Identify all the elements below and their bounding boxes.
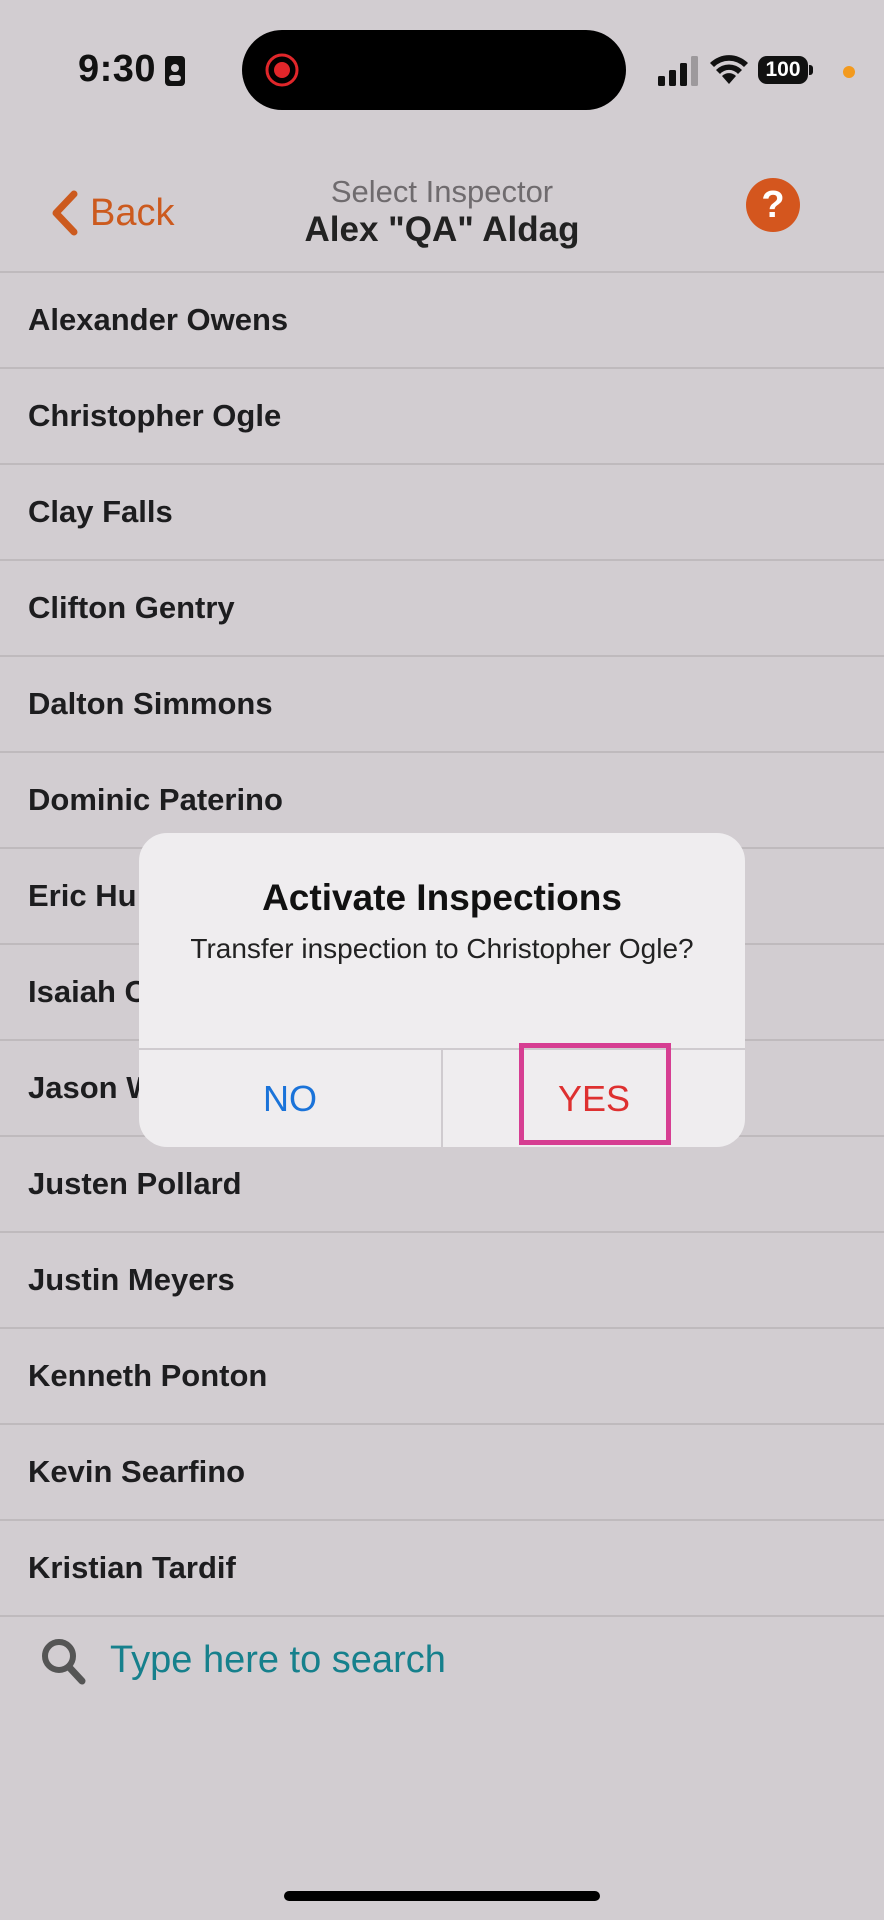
battery-indicator: 100 [758,56,814,86]
list-item[interactable]: Kenneth Ponton [0,1327,884,1423]
inspector-name: Clifton Gentry [28,590,235,625]
inspector-name: Kenneth Ponton [28,1358,268,1393]
id-badge-icon [165,56,185,86]
status-time: 9:30 [78,48,157,90]
inspector-name: Isaiah C [28,974,147,1009]
yes-button[interactable]: YES [443,1043,745,1147]
inspector-name: Jason W [28,1070,156,1105]
inspector-name: Christopher Ogle [28,398,282,433]
list-item[interactable]: Kevin Searfino [0,1423,884,1519]
inspector-name: Justin Meyers [28,1262,235,1297]
list-item[interactable]: Christopher Ogle [0,367,884,463]
dialog-title: Activate Inspections [262,877,622,918]
list-item[interactable]: Justen Pollard [0,1135,884,1231]
search-input[interactable] [110,1628,810,1692]
cellular-signal-icon [658,56,698,86]
home-indicator[interactable] [284,1891,600,1901]
no-button[interactable]: NO [139,1050,441,1147]
wifi-icon [710,55,748,84]
list-item[interactable]: Justin Meyers [0,1231,884,1327]
navigation-bar: Back Select Inspector Alex "QA" Aldag ? [0,150,884,270]
list-item[interactable]: Clifton Gentry [0,559,884,655]
inspector-name: Dalton Simmons [28,686,273,721]
screen-recording-icon [265,53,299,87]
inspector-name: Alexander Owens [28,302,289,337]
battery-level: 100 [758,56,808,84]
alert-dialog: Activate Inspections Transfer inspection… [139,833,745,1147]
list-item[interactable]: Dalton Simmons [0,655,884,751]
search-icon [42,1639,86,1685]
status-bar: 9:30 100 [0,0,884,140]
search-bar [40,1628,840,1692]
list-item[interactable]: Alexander Owens [0,271,884,367]
help-button[interactable]: ? [746,178,800,232]
list-item[interactable]: Clay Falls [0,463,884,559]
inspector-name: Eric Hu [28,878,137,913]
list-divider [0,1615,884,1617]
privacy-indicator-dot [843,66,855,78]
inspector-name: Justen Pollard [28,1166,242,1201]
yes-label: YES [557,1078,631,1119]
inspector-name: Kristian Tardif [28,1550,236,1585]
inspector-name: Kevin Searfino [28,1454,246,1489]
dialog-message: Transfer inspection to Christopher Ogle? [190,933,694,964]
inspector-name: Clay Falls [28,494,173,529]
list-item[interactable]: Kristian Tardif [0,1519,884,1615]
